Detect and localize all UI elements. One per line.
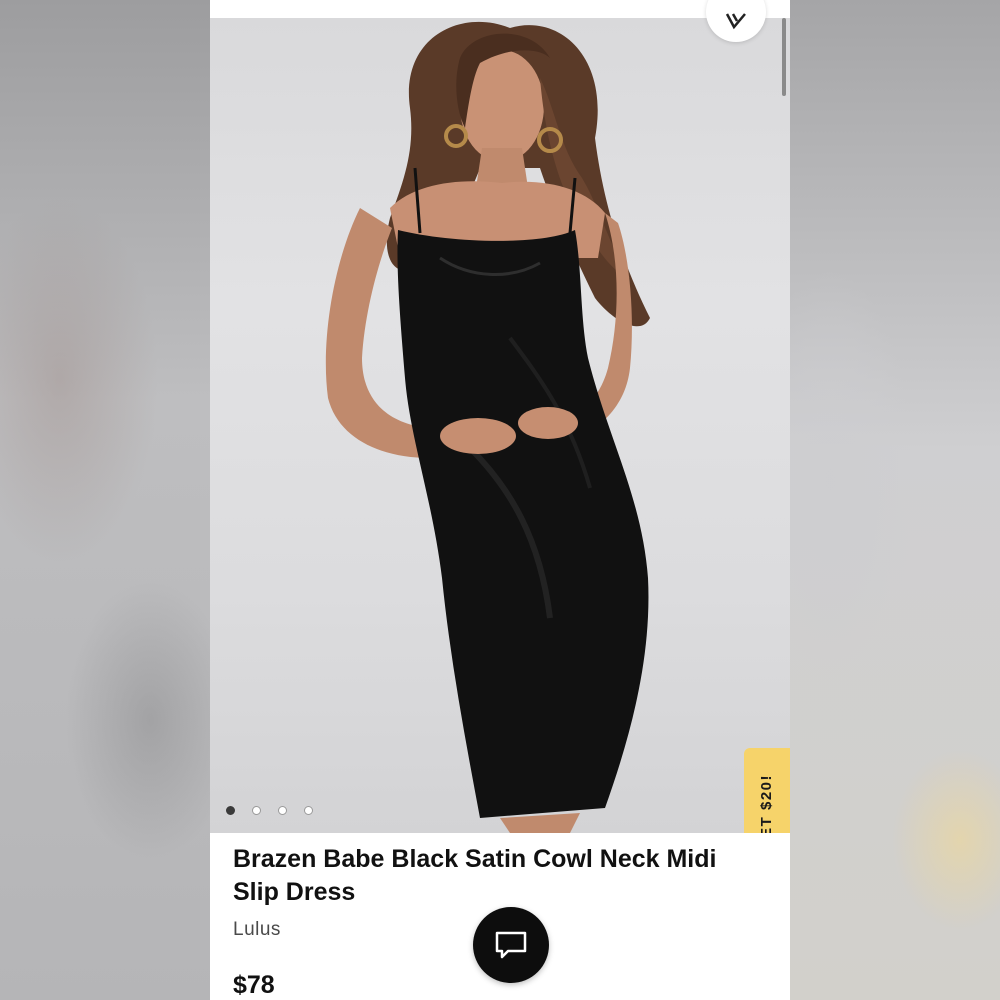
brand-logo-icon	[725, 13, 746, 30]
gallery-dot-3[interactable]	[278, 806, 287, 815]
scrollbar[interactable]	[782, 18, 786, 96]
gallery-dot-2[interactable]	[252, 806, 261, 815]
product-title: Brazen Babe Black Satin Cowl Neck Midi S…	[233, 845, 717, 906]
gallery-dot-1[interactable]	[226, 806, 235, 815]
product-price: $78	[233, 971, 275, 999]
chat-button[interactable]	[473, 907, 549, 983]
model-illustration	[325, 21, 650, 833]
product-brand[interactable]: Lulus	[233, 919, 281, 941]
gallery-pagination	[226, 806, 313, 815]
top-bar	[210, 0, 790, 18]
gallery-dot-4[interactable]	[304, 806, 313, 815]
product-photo[interactable]	[210, 18, 790, 833]
product-screen: GET $20! Brazen Babe Black Satin Cowl Ne…	[210, 0, 790, 1000]
chat-bubble-icon	[495, 931, 527, 959]
